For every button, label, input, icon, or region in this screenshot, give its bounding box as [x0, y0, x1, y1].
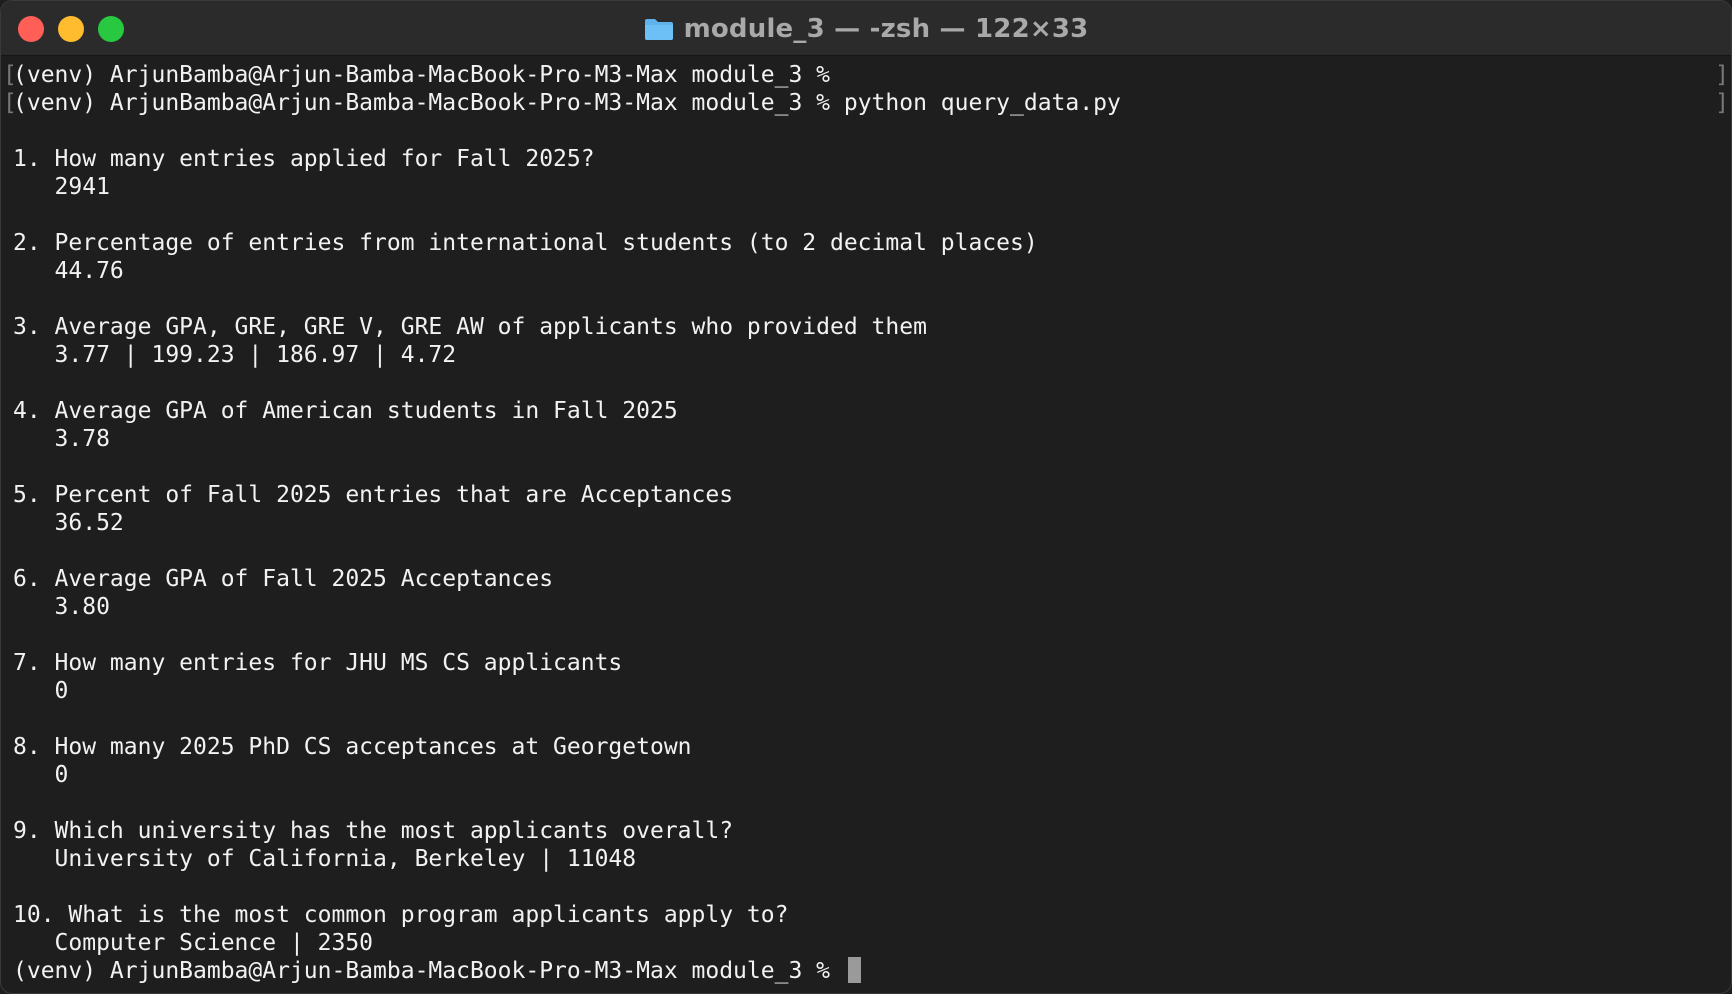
question-line: 2. Percentage of entries from internatio… — [13, 230, 1038, 256]
answer-line: 44.76 — [13, 258, 124, 284]
question-line: 4. Average GPA of American students in F… — [13, 398, 678, 424]
question-line: 8. How many 2025 PhD CS acceptances at G… — [13, 734, 692, 760]
title-group: module_3 — -zsh — 122×33 — [1, 1, 1731, 56]
prompt-text: (venv) ArjunBamba@Arjun-Bamba-MacBook-Pr… — [13, 958, 844, 984]
prompt-line: (venv) ArjunBamba@Arjun-Bamba-MacBook-Pr… — [13, 61, 1719, 89]
answer-line: 0 — [13, 678, 69, 704]
folder-icon — [644, 18, 673, 40]
text-cursor — [847, 957, 861, 983]
answer-line: University of California, Berkeley | 110… — [13, 846, 637, 872]
question-line: 1. How many entries applied for Fall 202… — [13, 146, 595, 172]
prompt-text: (venv) ArjunBamba@Arjun-Bamba-MacBook-Pr… — [13, 90, 830, 116]
final-prompt-line: (venv) ArjunBamba@Arjun-Bamba-MacBook-Pr… — [13, 957, 1719, 985]
command-text: python query_data.py — [843, 90, 1121, 116]
question-line: 9. Which university has the most applica… — [13, 818, 734, 844]
title-bar[interactable]: module_3 — -zsh — 122×33 — [1, 1, 1731, 56]
terminal-content[interactable]: [ ] [ ] (venv) ArjunBamba@Arjun-Bamba-Ma… — [1, 57, 1731, 993]
answer-line: 2941 — [13, 174, 110, 200]
window-title: module_3 — -zsh — 122×33 — [683, 13, 1089, 44]
command-line: (venv) ArjunBamba@Arjun-Bamba-MacBook-Pr… — [13, 89, 1719, 117]
question-line: 7. How many entries for JHU MS CS applic… — [13, 650, 623, 676]
question-line: 10. What is the most common program appl… — [13, 902, 789, 928]
prompt-mark-right: ] — [1715, 90, 1729, 116]
answer-line: Computer Science | 2350 — [13, 930, 374, 956]
prompt-mark-left: [ — [3, 62, 17, 88]
answer-line: 3.78 — [13, 426, 110, 452]
answer-line: 36.52 — [13, 510, 124, 536]
answer-line: 0 — [13, 762, 69, 788]
question-line: 5. Percent of Fall 2025 entries that are… — [13, 482, 734, 508]
question-line: 6. Average GPA of Fall 2025 Acceptances — [13, 566, 554, 592]
terminal-window: module_3 — -zsh — 122×33 [ ] [ ] (venv) … — [0, 0, 1732, 994]
answer-line: 3.77 | 199.23 | 186.97 | 4.72 — [13, 342, 457, 368]
answer-line: 3.80 — [13, 594, 110, 620]
prompt-mark-left: [ — [3, 90, 17, 116]
prompt-text: (venv) ArjunBamba@Arjun-Bamba-MacBook-Pr… — [13, 62, 830, 88]
prompt-mark-right: ] — [1715, 62, 1729, 88]
question-line: 3. Average GPA, GRE, GRE V, GRE AW of ap… — [13, 314, 927, 340]
